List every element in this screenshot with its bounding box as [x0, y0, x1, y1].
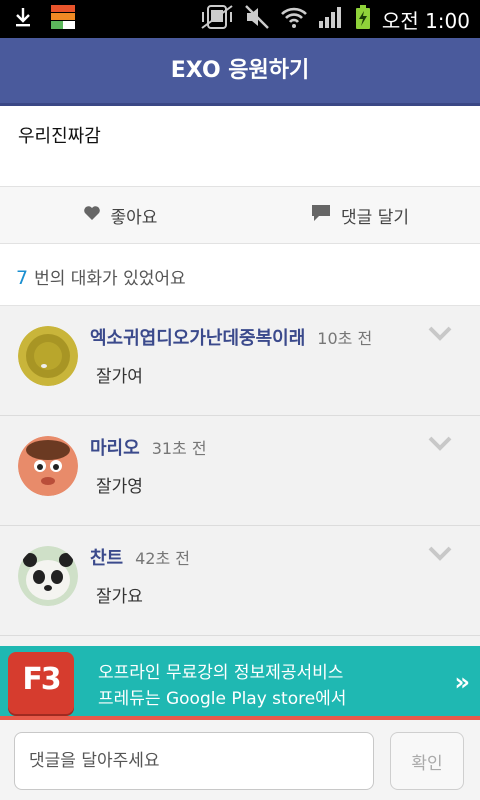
comment-item: 찬트 42초 전 잘가요 [0, 526, 480, 636]
like-button[interactable]: 좋아요 [0, 187, 240, 243]
avatar[interactable] [18, 326, 78, 386]
comment-count-label: 번의 대화가 있었어요 [34, 269, 186, 289]
heart-icon [83, 205, 101, 226]
speech-bubble-icon [311, 204, 331, 227]
comment-list: 엑소귀엽디오가난데중복이래 10초 전 잘가여 마리오 31초 전 잘가영 찬트 42… [0, 306, 480, 646]
comment-time: 31초 전 [151, 439, 207, 458]
comment-item: 마리오 31초 전 잘가영 [0, 416, 480, 526]
status-bar: 오전 1:00 [0, 0, 480, 38]
comment-count: 7 번의 대화가 있었어요 [0, 244, 480, 306]
post-content: 우리진짜감 [0, 106, 480, 186]
ad-line-1: 오프라인 무료강의 정보제공서비스 [98, 663, 344, 683]
page-title: EXO 응원하기 [170, 58, 310, 83]
comment-button[interactable]: 댓글 달기 [240, 187, 480, 243]
like-label: 좋아요 [110, 207, 158, 228]
download-icon [14, 6, 32, 32]
comment-author[interactable]: 마리오 31초 전 [90, 434, 207, 460]
wifi-icon [280, 5, 308, 33]
comment-time: 10초 전 [317, 329, 373, 348]
comment-time: 42초 전 [135, 549, 191, 568]
double-chevron-right-icon[interactable]: » [454, 668, 470, 696]
signal-icon [318, 5, 344, 33]
comment-item: 엑소귀엽디오가난데중복이래 10초 전 잘가여 [0, 306, 480, 416]
app-notification-icon [50, 4, 76, 34]
comment-input[interactable] [14, 732, 374, 790]
ad-banner[interactable]: F3 오프라인 무료강의 정보제공서비스 프레듀는 Google Play st… [0, 646, 480, 720]
avatar[interactable] [18, 436, 78, 496]
chevron-down-icon[interactable] [428, 546, 452, 566]
mute-icon [244, 4, 270, 34]
status-clock: 오전 1:00 [381, 8, 470, 33]
vibrate-icon [200, 4, 234, 34]
confirm-button[interactable]: 확인 [390, 732, 464, 790]
battery-charging-icon [354, 4, 372, 34]
comment-text: 잘가요 [96, 587, 143, 607]
comment-text: 잘가여 [96, 367, 143, 387]
comment-author[interactable]: 찬트 42초 전 [90, 544, 190, 570]
comment-count-text: 7 번의 대화가 있었어요 [16, 264, 186, 289]
chevron-down-icon[interactable] [428, 436, 452, 456]
ad-logo-text: F3 [22, 662, 61, 697]
comment-text: 잘가영 [96, 477, 143, 497]
chevron-down-icon[interactable] [428, 326, 452, 346]
comment-label: 댓글 달기 [341, 207, 409, 228]
comment-input-bar: 확인 [0, 720, 480, 800]
comment-count-number: 7 [16, 267, 29, 289]
avatar[interactable] [18, 546, 78, 606]
post-text: 우리진짜감 [18, 126, 101, 147]
ad-line-2: 프레듀는 Google Play store에서 [98, 689, 347, 709]
ad-logo: F3 [8, 652, 74, 714]
app-bar: EXO 응원하기 [0, 38, 480, 106]
post-actions: 좋아요 댓글 달기 [0, 186, 480, 244]
comment-author[interactable]: 엑소귀엽디오가난데중복이래 10초 전 [90, 324, 372, 350]
